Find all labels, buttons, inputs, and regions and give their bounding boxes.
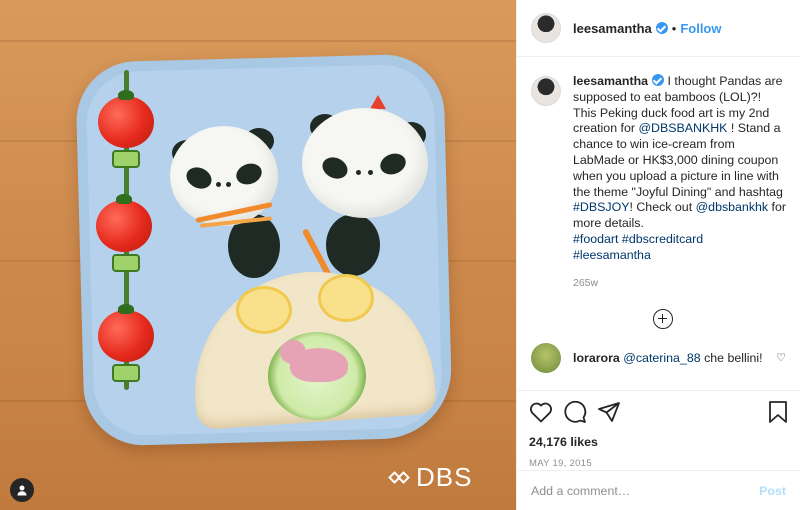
wood-grain xyxy=(0,40,516,42)
mention-link[interactable]: @dbsbankhk xyxy=(696,200,769,214)
like-heart-icon[interactable] xyxy=(529,401,553,423)
panda-body xyxy=(326,214,380,276)
tomato xyxy=(96,194,152,252)
action-icons xyxy=(529,397,788,427)
verified-badge-icon xyxy=(652,74,665,86)
comment-bubble-icon[interactable] xyxy=(563,400,587,424)
header-username[interactable]: leesamantha xyxy=(573,21,652,36)
post-header: leesamantha • Follow xyxy=(517,0,800,57)
avatar[interactable] xyxy=(531,342,561,373)
save-bookmark-icon[interactable] xyxy=(768,400,788,424)
avatar[interactable] xyxy=(531,13,561,43)
caption-username[interactable]: leesamantha xyxy=(573,74,648,88)
follow-button[interactable]: Follow xyxy=(680,21,721,36)
egg-slice xyxy=(236,286,292,334)
comment-username[interactable]: lorarora xyxy=(573,351,620,365)
hashtag-link[interactable]: #dbscreditcard xyxy=(622,232,703,246)
load-more-comments-icon[interactable] xyxy=(652,308,673,329)
like-comment-heart-icon[interactable]: ♡ xyxy=(776,351,786,364)
caption-time[interactable]: 265w xyxy=(573,277,786,289)
caption-block: leesamantha I thought Pandas are suppose… xyxy=(531,74,786,264)
tomato xyxy=(98,90,154,148)
mention-link[interactable]: @DBSBANKHK xyxy=(638,121,727,135)
add-comment-bar: Post xyxy=(517,470,800,510)
hashtag-link[interactable]: #DBSJOY xyxy=(573,200,629,214)
comment-text: lorarora @caterina_88 che bellini! xyxy=(573,350,763,365)
like-count[interactable]: 24,176 likes xyxy=(529,435,788,449)
mention-link[interactable]: @caterina_88 xyxy=(623,351,700,365)
hashtag-link[interactable]: #leesamantha xyxy=(573,248,651,262)
cucumber-piece xyxy=(112,150,140,168)
red-bow xyxy=(370,95,386,109)
comment-input[interactable] xyxy=(531,483,760,498)
cucumber-piece xyxy=(112,254,140,272)
avatar[interactable] xyxy=(531,76,561,106)
cucumber-piece xyxy=(112,364,140,382)
verified-badge-icon xyxy=(655,22,668,34)
comments-area[interactable]: leesamantha I thought Pandas are suppose… xyxy=(517,58,800,390)
post-comment-button[interactable]: Post xyxy=(759,484,786,498)
post-side-panel: leesamantha • Follow leesamantha I thoug… xyxy=(516,0,800,510)
dbs-logo: DBS xyxy=(388,462,472,493)
post-actions: 24,176 likes MAY 19, 2015 xyxy=(517,390,800,469)
comment-item: lorarora @caterina_88 che bellini! ♡ xyxy=(531,342,786,373)
tomato xyxy=(98,304,154,362)
bird-body xyxy=(290,348,348,382)
hashtag-link[interactable]: #foodart xyxy=(573,232,618,246)
panda-head-right xyxy=(302,108,428,218)
caption-text: leesamantha I thought Pandas are suppose… xyxy=(573,74,787,262)
separator-dot: • xyxy=(671,20,677,36)
share-paper-plane-icon[interactable] xyxy=(597,400,621,424)
post-date[interactable]: MAY 19, 2015 xyxy=(529,458,788,469)
tagged-users-icon[interactable] xyxy=(10,478,34,502)
post-photo[interactable]: DBS xyxy=(0,0,516,510)
dbs-mark-icon xyxy=(388,467,412,489)
egg-slice xyxy=(318,274,374,322)
